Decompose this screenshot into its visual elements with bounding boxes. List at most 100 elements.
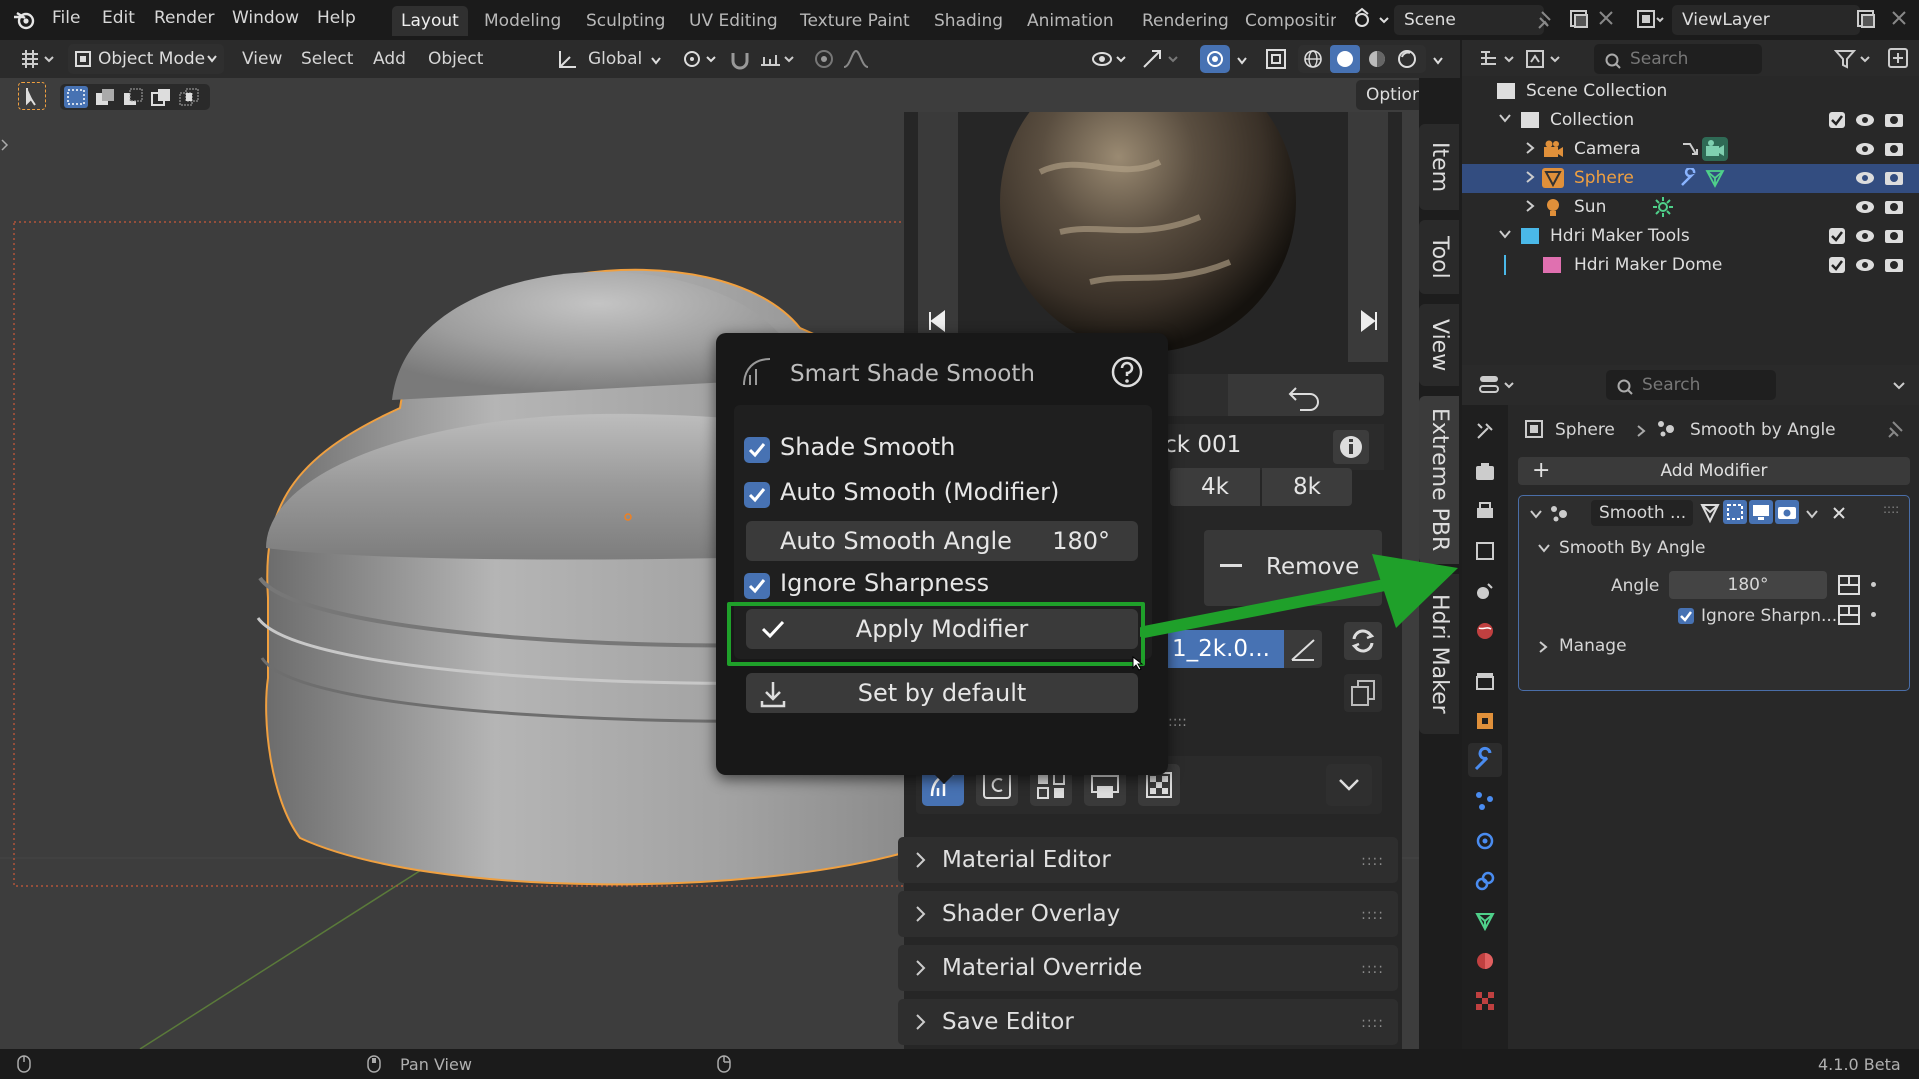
eye-icon[interactable]: [1855, 228, 1875, 244]
set-by-default-button[interactable]: Set by default: [746, 673, 1138, 713]
exclude-checkbox[interactable]: [1828, 111, 1846, 129]
chevron-down-icon[interactable]: [1892, 381, 1906, 391]
sidebar-tab-extreme-pbr[interactable]: Extreme PBR: [1419, 396, 1459, 564]
drag-grip[interactable]: ::::: [1361, 1015, 1384, 1031]
editor-type-icon[interactable]: [1478, 373, 1518, 397]
close-viewlayer-icon[interactable]: [1890, 9, 1908, 27]
resolution-8k-button[interactable]: 8k: [1262, 468, 1352, 506]
chevron-right-icon[interactable]: [1524, 199, 1536, 213]
tool-tab-icon[interactable]: [1474, 420, 1496, 442]
exclude-checkbox[interactable]: [1828, 256, 1846, 274]
select-subtract-icon[interactable]: [122, 87, 144, 107]
drag-grip[interactable]: ::::: [1361, 961, 1384, 977]
mode-selector[interactable]: Object Mode: [68, 44, 224, 74]
visibility-icon[interactable]: [1090, 47, 1130, 71]
auto-smooth-angle-field[interactable]: Auto Smooth Angle 180°: [746, 521, 1138, 561]
tab-sculpting[interactable]: Sculpting: [577, 6, 674, 36]
editor-type-icon[interactable]: [1478, 48, 1518, 70]
outliner-row-sphere[interactable]: Sphere: [1462, 164, 1919, 193]
collection-tab-icon[interactable]: [1474, 670, 1496, 692]
menu-file[interactable]: File: [52, 8, 80, 28]
outliner-row-camera[interactable]: Camera: [1462, 135, 1919, 164]
info-icon[interactable]: [1333, 430, 1369, 464]
node-socket-icon[interactable]: [1837, 574, 1861, 596]
tab-uv-editing[interactable]: UV Editing: [680, 6, 787, 36]
chevron-down-icon[interactable]: [1529, 508, 1543, 520]
chevron-right-icon[interactable]: [1524, 141, 1536, 155]
select-new-icon[interactable]: [64, 86, 88, 108]
material-tab-icon[interactable]: [1474, 950, 1496, 972]
resolution-4k-button[interactable]: 4k: [1170, 468, 1260, 506]
tab-modeling[interactable]: Modeling: [475, 6, 570, 36]
solid-shading-icon[interactable]: [1330, 45, 1360, 73]
view-layer-tab-icon[interactable]: [1474, 540, 1496, 562]
output-tab-icon[interactable]: [1474, 500, 1496, 522]
panel-material-editor[interactable]: Material Editor ::::: [898, 837, 1398, 883]
chevron-down-icon[interactable]: [1432, 56, 1444, 66]
chevron-down-icon[interactable]: [1498, 112, 1512, 124]
snap-target-icon[interactable]: [758, 47, 798, 71]
orientation-selector[interactable]: Global: [588, 49, 642, 69]
realtime-icon[interactable]: [1749, 500, 1773, 524]
chevron-down-icon[interactable]: [1326, 764, 1372, 806]
wireframe-shading-icon[interactable]: [1302, 48, 1324, 70]
shade-smooth-checkbox[interactable]: [744, 437, 770, 463]
blender-logo-icon[interactable]: [12, 8, 36, 32]
pin-icon[interactable]: [1536, 10, 1554, 30]
copy-icon[interactable]: [1344, 674, 1382, 712]
new-scene-icon[interactable]: [1568, 8, 1590, 30]
tab-layout[interactable]: Layout: [392, 6, 468, 36]
close-icon[interactable]: [1831, 505, 1847, 521]
tab-animation[interactable]: Animation: [1018, 6, 1123, 36]
menu-edit[interactable]: Edit: [102, 8, 135, 28]
outliner-row-hdri-maker-dome[interactable]: Hdri Maker Dome: [1462, 251, 1919, 280]
camera-render-icon[interactable]: [1884, 197, 1904, 215]
eye-icon[interactable]: [1855, 199, 1875, 215]
select-invert-icon[interactable]: [150, 87, 172, 107]
menu-window[interactable]: Window: [232, 8, 299, 28]
outliner-row-hdri-maker-tools[interactable]: Hdri Maker Tools: [1462, 222, 1919, 251]
auto-smooth-checkbox[interactable]: [744, 482, 770, 508]
tab-rendering[interactable]: Rendering: [1133, 6, 1238, 36]
editor-type-icon[interactable]: [18, 48, 58, 70]
outliner-row-collection[interactable]: Collection: [1462, 106, 1919, 135]
filter-icon[interactable]: [1834, 48, 1874, 70]
proportional-editing-icon[interactable]: [812, 47, 836, 71]
eye-icon[interactable]: [1855, 170, 1875, 186]
overlays-icon[interactable]: [1200, 45, 1230, 73]
rendered-shading-icon[interactable]: [1396, 48, 1418, 70]
drag-grip[interactable]: ::::: [1168, 714, 1187, 730]
texture-tab-icon[interactable]: [1474, 990, 1496, 1012]
viewlayer-icon[interactable]: [1636, 8, 1666, 32]
object-tab-icon[interactable]: [1474, 710, 1496, 732]
select-extend-icon[interactable]: [94, 87, 116, 107]
chevron-down-icon[interactable]: [1537, 542, 1551, 554]
undo-button[interactable]: [1228, 374, 1384, 416]
tab-shading[interactable]: Shading: [925, 6, 1012, 36]
pivot-icon[interactable]: [680, 47, 720, 71]
panel-save-editor[interactable]: Save Editor ::::: [898, 999, 1398, 1045]
snap-icon[interactable]: [728, 47, 752, 71]
menu-view[interactable]: View: [242, 49, 282, 69]
pin-icon[interactable]: [1886, 419, 1906, 439]
camera-render-icon[interactable]: [1884, 226, 1904, 244]
transform-orientation-icon[interactable]: [556, 47, 580, 71]
modifier-name-field[interactable]: Smooth ...: [1591, 500, 1693, 526]
menu-select[interactable]: Select: [301, 49, 353, 69]
scene-tab-icon[interactable]: [1474, 580, 1496, 602]
panel-shader-overlay[interactable]: Shader Overlay ::::: [898, 891, 1398, 937]
material-shading-icon[interactable]: [1366, 48, 1388, 70]
chevron-down-icon[interactable]: [650, 56, 662, 66]
scene-icon[interactable]: [1352, 7, 1390, 33]
menu-add[interactable]: Add: [373, 49, 406, 69]
scene-selector[interactable]: Scene: [1394, 5, 1544, 35]
ignore-sharpness-checkbox[interactable]: [1677, 607, 1695, 625]
panel-material-override[interactable]: Material Override ::::: [898, 945, 1398, 991]
camera-render-icon[interactable]: [1884, 168, 1904, 186]
menu-object[interactable]: Object: [428, 49, 483, 69]
chevron-right-icon[interactable]: [1524, 170, 1536, 184]
close-scene-icon[interactable]: [1597, 9, 1615, 27]
drag-grip[interactable]: ::::: [1361, 853, 1384, 869]
new-viewlayer-icon[interactable]: [1855, 8, 1877, 30]
camera-render-icon[interactable]: [1884, 139, 1904, 157]
